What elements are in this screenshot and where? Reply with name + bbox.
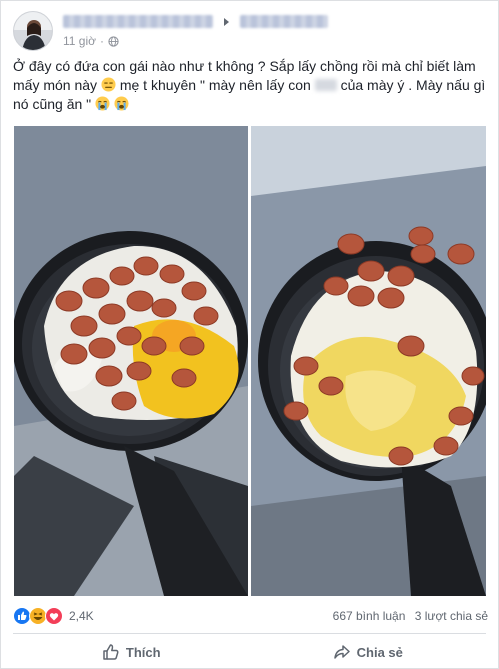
like-reaction-icon bbox=[13, 607, 31, 625]
post-text-part-2: mẹ t khuyên " mày nên lấy con bbox=[119, 77, 315, 93]
share-button[interactable]: Chia sẻ bbox=[250, 637, 487, 667]
action-divider bbox=[13, 633, 486, 634]
author-name-blurred[interactable] bbox=[63, 15, 213, 29]
like-button[interactable]: Thích bbox=[13, 637, 250, 667]
author-and-group-names[interactable] bbox=[63, 13, 443, 31]
fried-sausage-egg-photo-1[interactable] bbox=[14, 126, 248, 596]
facebook-post: 11 giờ · Ở đây có đứa con gái nào như t … bbox=[0, 0, 499, 669]
share-button-label: Chia sẻ bbox=[356, 644, 403, 660]
love-reaction-icon bbox=[45, 607, 63, 625]
post-time[interactable]: 11 giờ bbox=[63, 34, 96, 48]
like-button-label: Thích bbox=[125, 644, 161, 660]
haha-reaction-icon bbox=[29, 607, 47, 625]
author-avatar[interactable] bbox=[13, 11, 53, 51]
censored-word bbox=[314, 79, 337, 91]
post-photos bbox=[14, 126, 486, 596]
post-header: 11 giờ · bbox=[13, 11, 486, 51]
loudly-crying-face-icon bbox=[95, 96, 110, 111]
share-count[interactable]: 3 lượt chia sẻ bbox=[415, 609, 488, 623]
expressionless-face-icon bbox=[101, 77, 116, 92]
reactions-bar: 2,4K 667 bình luận 3 lượt chia sẻ bbox=[13, 605, 488, 627]
loudly-crying-face-icon bbox=[114, 96, 129, 111]
caret-right-icon bbox=[224, 17, 230, 26]
globe-icon[interactable] bbox=[108, 35, 119, 47]
reaction-icons[interactable] bbox=[13, 607, 67, 625]
post-meta: 11 giờ · bbox=[63, 34, 119, 48]
group-name-blurred[interactable] bbox=[239, 15, 328, 29]
fried-sausage-egg-photo-2[interactable] bbox=[251, 126, 486, 596]
like-thumb-icon bbox=[103, 644, 119, 660]
engagement-counts: 667 bình luận 3 lượt chia sẻ bbox=[333, 609, 488, 623]
post-actions: Thích Chia sẻ bbox=[13, 637, 486, 667]
comment-count[interactable]: 667 bình luận bbox=[333, 609, 406, 623]
reaction-count[interactable]: 2,4K bbox=[69, 609, 94, 623]
post-text: Ở đây có đứa con gái nào như t không ? S… bbox=[13, 57, 488, 114]
share-arrow-icon bbox=[333, 645, 350, 659]
